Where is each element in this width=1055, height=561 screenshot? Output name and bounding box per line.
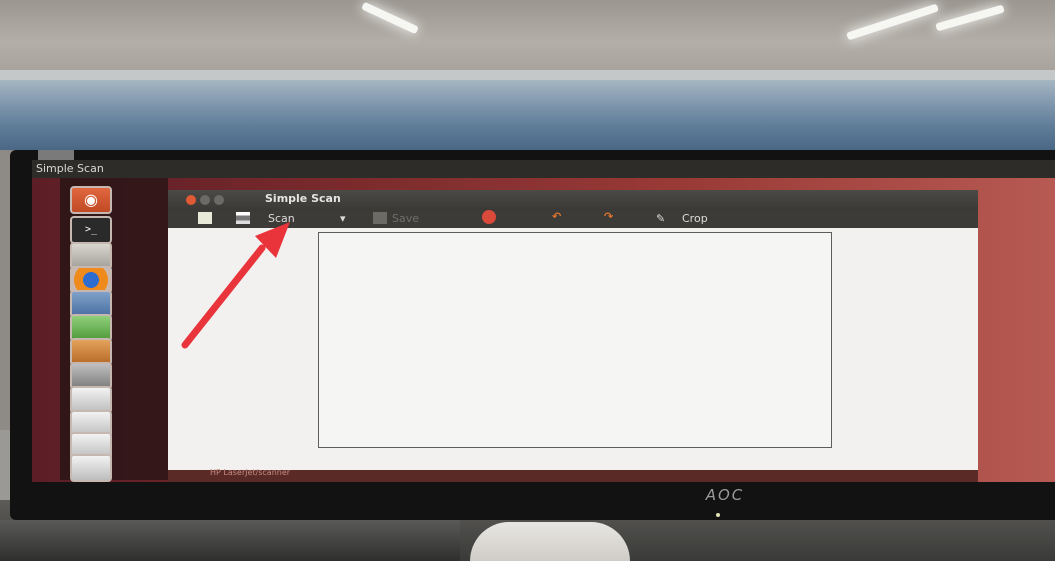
arrow-shaft — [181, 244, 266, 349]
annotation-arrow — [181, 222, 290, 349]
